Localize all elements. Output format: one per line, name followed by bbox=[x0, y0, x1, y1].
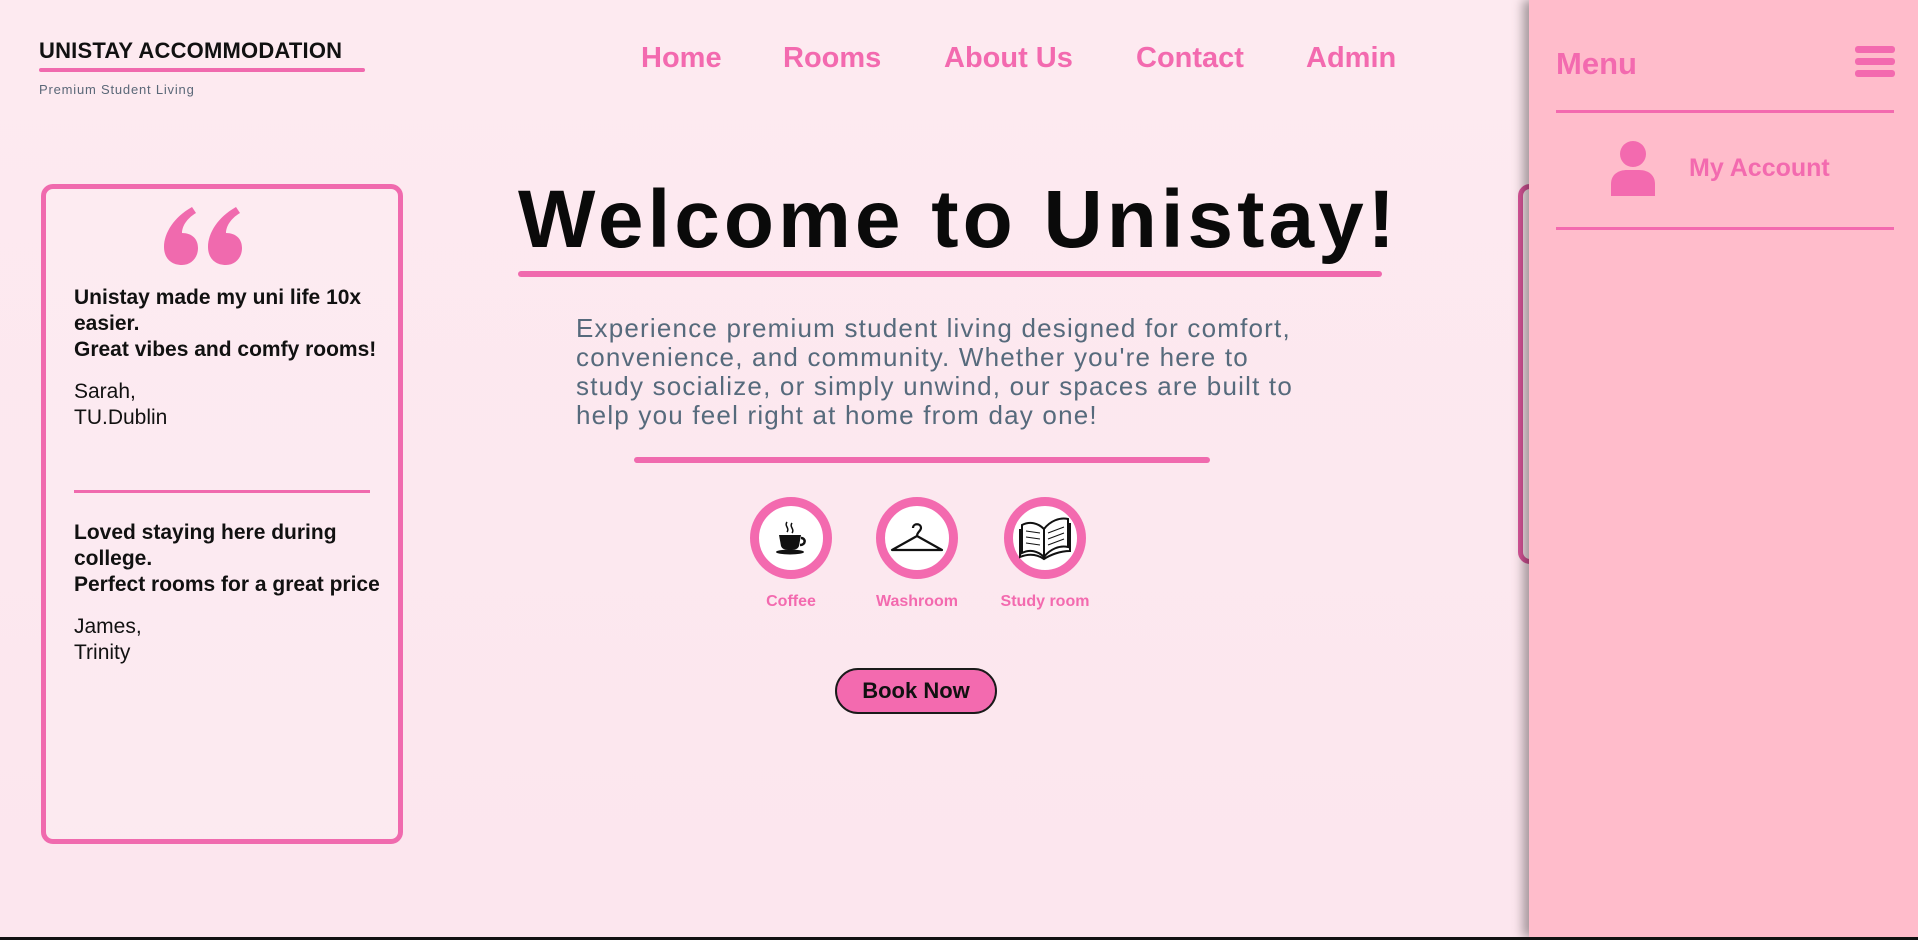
testimonial-item: Unistay made my uni life 10x easier. Gre… bbox=[74, 285, 384, 431]
nav-admin[interactable]: Admin bbox=[1306, 40, 1396, 76]
card-divider bbox=[74, 490, 370, 493]
coffee-cup-icon bbox=[776, 521, 806, 555]
hanger-icon bbox=[890, 523, 944, 552]
testimonial-card: Unistay made my uni life 10x easier. Gre… bbox=[41, 184, 403, 844]
amenity-icon-circle bbox=[1004, 497, 1086, 579]
hero-description: Experience premium student living design… bbox=[576, 313, 1294, 430]
testimonial-author: Sarah, TU.Dublin bbox=[74, 379, 384, 431]
testimonial-text: Unistay made my uni life 10x easier. Gre… bbox=[74, 285, 384, 363]
user-icon bbox=[1611, 141, 1655, 196]
nav-home[interactable]: Home bbox=[641, 40, 722, 76]
menu-title: Menu bbox=[1556, 46, 1637, 81]
book-now-button[interactable]: Book Now bbox=[835, 668, 997, 714]
side-menu: Menu My Account bbox=[1529, 0, 1918, 937]
amenity-icon-circle bbox=[750, 497, 832, 579]
testimonial-text-line: Great vibes and comfy rooms! bbox=[74, 338, 377, 361]
testimonial-author-line: Sarah, bbox=[74, 380, 136, 403]
testimonial-text-line: Loved staying here during college. bbox=[74, 521, 337, 570]
hamburger-menu-icon[interactable] bbox=[1855, 46, 1895, 78]
open-book-icon bbox=[1019, 517, 1071, 561]
testimonial-text-line: Perfect rooms for a great price bbox=[74, 573, 380, 596]
testimonial-text-line: Unistay made my uni life 10x easier. bbox=[74, 286, 362, 335]
quote-icon bbox=[164, 207, 242, 265]
brand-title: UNISTAY ACCOMMODATION bbox=[39, 38, 343, 63]
testimonial-author-line: Trinity bbox=[74, 641, 131, 664]
amenity-label: Study room bbox=[1000, 593, 1090, 610]
testimonial-text: Loved staying here during college. Perfe… bbox=[74, 520, 384, 598]
brand-subtitle: Premium Student Living bbox=[39, 82, 195, 97]
menu-divider bbox=[1556, 110, 1894, 113]
hero-title: Welcome to Unistay! bbox=[518, 174, 1399, 265]
amenity-icon-circle bbox=[876, 497, 958, 579]
nav-rooms[interactable]: Rooms bbox=[783, 40, 881, 76]
testimonial-author-line: TU.Dublin bbox=[74, 406, 168, 429]
brand-underline bbox=[39, 68, 365, 72]
testimonial-author: James, Trinity bbox=[74, 614, 384, 666]
testimonial-author-line: James, bbox=[74, 615, 142, 638]
hero-title-underline bbox=[518, 271, 1382, 277]
my-account-label: My Account bbox=[1689, 153, 1830, 182]
my-account-link[interactable]: My Account bbox=[1609, 140, 1830, 196]
nav-contact[interactable]: Contact bbox=[1136, 40, 1244, 76]
menu-divider bbox=[1556, 227, 1894, 230]
hero-divider bbox=[634, 457, 1210, 463]
nav-about-us[interactable]: About Us bbox=[944, 40, 1073, 76]
amenity-study-room: Study room bbox=[970, 497, 1120, 611]
brand: UNISTAY ACCOMMODATION Premium Student Li… bbox=[39, 38, 365, 97]
testimonial-item: Loved staying here during college. Perfe… bbox=[74, 520, 384, 666]
